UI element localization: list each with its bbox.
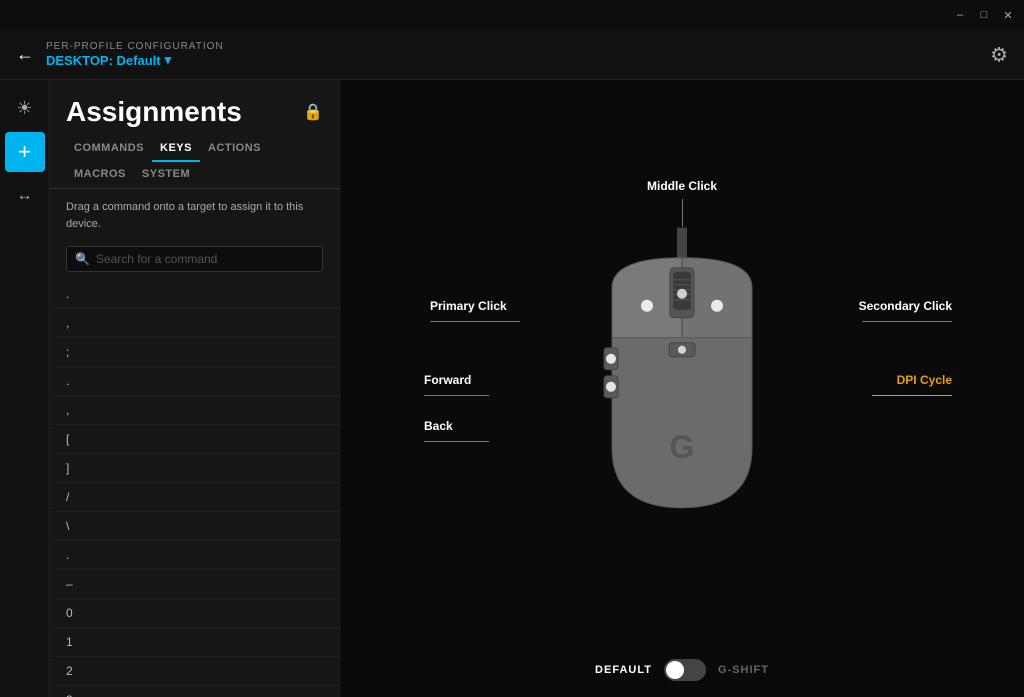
list-item[interactable]: ,: [50, 309, 339, 338]
tab-actions[interactable]: ACTIONS: [200, 136, 269, 162]
search-icon: 🔍: [75, 252, 90, 266]
tab-commands[interactable]: COMMANDS: [66, 136, 152, 162]
list-item[interactable]: ,: [50, 396, 339, 425]
list-item[interactable]: [: [50, 425, 339, 454]
main-content: G Middle Click Primary Click: [340, 80, 1024, 697]
config-label: PER-PROFILE CONFIGURATION: [46, 41, 224, 52]
titlebar-controls: – □ ✕: [952, 7, 1016, 23]
left-nav: ☀ + ↔: [0, 80, 50, 697]
list-item[interactable]: .: [50, 541, 339, 570]
default-label: DEFAULT: [595, 664, 652, 676]
sidebar: Assignments 🔒 COMMANDS KEYS ACTIONS MACR…: [50, 80, 340, 697]
mouse-svg: G: [582, 227, 782, 537]
list-item[interactable]: 0: [50, 599, 339, 628]
key-list: . , ; . , [ ] / \ . – 0 1 2 3: [50, 280, 339, 697]
list-item[interactable]: 3: [50, 686, 339, 697]
lock-icon: 🔒: [303, 102, 323, 122]
sidebar-header: Assignments 🔒: [50, 80, 339, 136]
tab-system[interactable]: SYSTEM: [134, 162, 198, 188]
sidebar-title: Assignments: [66, 96, 242, 128]
dropdown-icon[interactable]: ▾: [165, 52, 172, 68]
back-label: Back: [424, 417, 489, 442]
maximize-button[interactable]: □: [976, 7, 992, 23]
search-input[interactable]: [96, 252, 314, 266]
header-text: PER-PROFILE CONFIGURATION DESKTOP: Defau…: [46, 41, 224, 68]
list-item[interactable]: /: [50, 483, 339, 512]
list-item[interactable]: 2: [50, 657, 339, 686]
titlebar: – □ ✕: [0, 0, 1024, 30]
profile-label[interactable]: DESKTOP: Default ▾: [46, 52, 224, 68]
toggle-thumb: [666, 661, 684, 679]
close-button[interactable]: ✕: [1000, 7, 1016, 23]
mouse-diagram: G Middle Click Primary Click: [402, 149, 962, 629]
drag-hint: Drag a command onto a target to assign i…: [50, 189, 339, 242]
back-button[interactable]: ←: [16, 44, 34, 65]
list-item[interactable]: .: [50, 280, 339, 309]
header: ← PER-PROFILE CONFIGURATION DESKTOP: Def…: [0, 30, 1024, 80]
list-item[interactable]: –: [50, 570, 339, 599]
brightness-icon: ☀: [16, 98, 32, 119]
forward-label: Forward: [424, 371, 489, 396]
dpi-cycle-label: DPI Cycle: [872, 371, 952, 396]
nav-brightness[interactable]: ☀: [5, 88, 45, 128]
middle-click-label: Middle Click: [647, 177, 717, 227]
list-item[interactable]: ]: [50, 454, 339, 483]
gshift-label: G-SHIFT: [718, 664, 769, 676]
nav-assignments[interactable]: +: [5, 132, 45, 172]
bottom-bar: DEFAULT G-SHIFT: [595, 659, 769, 681]
search-box[interactable]: 🔍: [66, 246, 323, 272]
tab-keys[interactable]: KEYS: [152, 136, 200, 162]
primary-click-label: Primary Click: [430, 297, 520, 322]
minimize-button[interactable]: –: [952, 7, 968, 23]
list-item[interactable]: ;: [50, 338, 339, 367]
list-item[interactable]: 1: [50, 628, 339, 657]
list-item[interactable]: \: [50, 512, 339, 541]
toggle-switch[interactable]: [664, 659, 706, 681]
secondary-click-label: Secondary Click: [859, 297, 952, 322]
settings-button[interactable]: ⚙: [990, 42, 1008, 67]
svg-text:G: G: [670, 428, 695, 464]
plus-icon: +: [18, 139, 31, 165]
list-item[interactable]: .: [50, 367, 339, 396]
tabs: COMMANDS KEYS ACTIONS MACROS SYSTEM: [50, 136, 339, 189]
tab-macros[interactable]: MACROS: [66, 162, 134, 188]
arrows-icon: ↔: [17, 187, 33, 205]
nav-dpi[interactable]: ↔: [5, 176, 45, 216]
